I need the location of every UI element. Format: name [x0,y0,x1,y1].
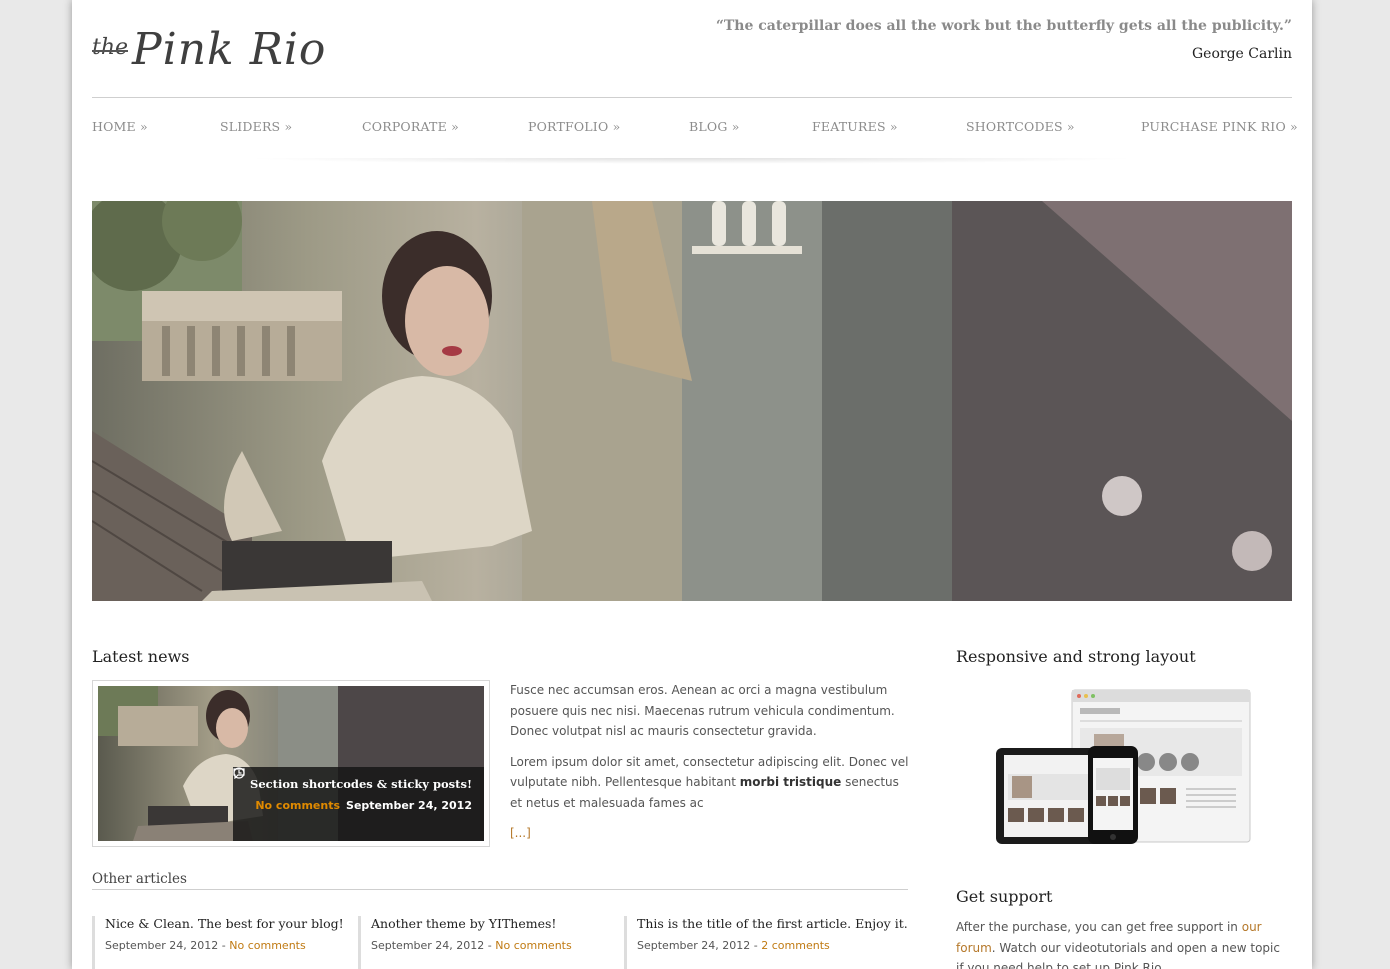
article-item[interactable]: This is the title of the first article. … [624,916,908,969]
nav-item-corporate[interactable]: CORPORATE » [362,119,459,134]
nav-item-sliders[interactable]: SLIDERS » [220,119,292,134]
read-more-link[interactable]: [...] [510,826,531,840]
news-excerpt: Fusce nec accumsan eros. Aenean ac orci … [510,680,910,844]
other-articles-divider [92,889,908,890]
support-text: After the purchase, you can get free sup… [956,917,1286,969]
article-item[interactable]: Another theme by YIThemes! September 24,… [358,916,572,969]
nav-item-purchase[interactable]: PURCHASE PINK RIO » [1141,119,1298,134]
support-text-end: . Watch our videotutorials and open a ne… [956,940,1280,969]
article-title[interactable]: Nice & Clean. The best for your blog! [105,916,344,931]
news-paragraph-2: Lorem ipsum dolor sit amet, consectetur … [510,752,910,814]
latest-news-heading: Latest news [92,647,190,666]
article-meta-separator: - [750,939,762,952]
article-comments-link[interactable]: 2 comments [761,939,830,952]
nav-item-home[interactable]: HOME » [92,119,148,134]
news-caption-comments[interactable]: No comments [255,799,340,812]
nav-item-portfolio[interactable]: PORTFOLIO » [528,119,620,134]
article-date: September 24, 2012 [637,939,751,952]
article-meta: September 24, 2012 - No comments [105,939,344,952]
nav-item-features[interactable]: FEATURES » [812,119,898,134]
article-meta: September 24, 2012 - No comments [371,939,572,952]
nav-shadow [242,158,1142,164]
nav-divider [92,97,1292,98]
support-heading: Get support [956,887,1053,906]
news-caption-date: September 24, 2012 [346,799,472,812]
news-caption-title[interactable]: Section shortcodes & sticky posts! [233,777,472,791]
news-caption-meta: No comments September 24, 2012 [233,767,472,812]
article-meta-separator: - [484,939,496,952]
logo-the: the [92,35,129,60]
header-quote: “The caterpillar does all the work but t… [716,18,1292,62]
nav-item-blog[interactable]: BLOG » [689,119,740,134]
page: the Pink Rio “The caterpillar does all t… [72,0,1312,969]
layout-heading: Responsive and strong layout [956,647,1196,666]
quote-text: “The caterpillar does all the work but t… [715,18,1292,34]
article-title[interactable]: This is the title of the first article. … [637,916,908,931]
news-thumbnail-frame[interactable]: Section shortcodes & sticky posts! No co… [92,680,490,847]
news-caption: Section shortcodes & sticky posts! No co… [233,767,484,841]
news-paragraph-1: Fusce nec accumsan eros. Aenean ac orci … [510,683,895,738]
news-paragraph-2-bold: morbi tristique [739,775,842,789]
support-text-start: After the purchase, you can get free sup… [956,920,1242,934]
devices-illustration [996,689,1251,844]
article-date: September 24, 2012 [371,939,485,952]
main-nav: HOME » SLIDERS » CORPORATE » PORTFOLIO »… [92,119,1298,139]
logo-underline [92,50,128,52]
article-title[interactable]: Another theme by YIThemes! [371,916,572,931]
hero-image [92,201,1292,601]
article-meta-separator: - [218,939,230,952]
hero-slider[interactable] [92,201,1292,601]
logo-main: Pink Rio [132,24,327,75]
nav-item-shortcodes[interactable]: SHORTCODES » [966,119,1075,134]
responsive-devices-image [996,688,1252,848]
clock-icon [233,767,245,779]
article-meta: September 24, 2012 - 2 comments [637,939,908,952]
other-articles-heading: Other articles [92,871,187,887]
news-thumbnail[interactable]: Section shortcodes & sticky posts! No co… [98,686,484,841]
site-logo[interactable]: the Pink Rio [92,10,326,72]
article-item[interactable]: Nice & Clean. The best for your blog! Se… [92,916,344,969]
article-date: September 24, 2012 [105,939,219,952]
quote-author: George Carlin [1191,46,1292,62]
article-comments-link[interactable]: No comments [229,939,305,952]
article-comments-link[interactable]: No comments [495,939,571,952]
